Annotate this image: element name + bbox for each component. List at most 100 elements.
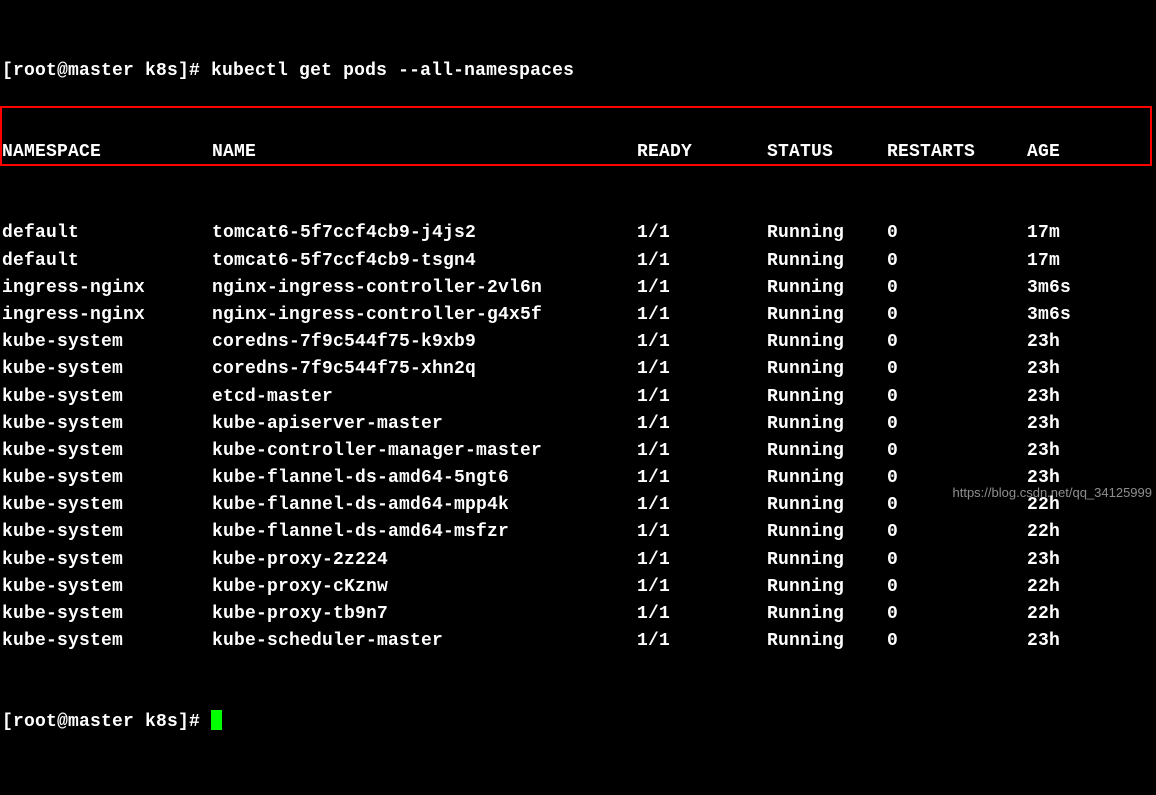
cell-name: nginx-ingress-controller-2vl6n [212,275,637,302]
cell-ready: 1/1 [637,574,767,601]
cell-namespace: kube-system [2,547,212,574]
cell-restarts: 0 [887,574,1027,601]
cell-name: kube-proxy-tb9n7 [212,601,637,628]
table-row: kube-systemcoredns-7f9c544f75-k9xb91/1Ru… [2,329,1154,356]
table-row: kube-systemkube-flannel-ds-amd64-msfzr1/… [2,519,1154,546]
cell-restarts: 0 [887,384,1027,411]
cell-age: 22h [1027,519,1060,546]
cell-namespace: kube-system [2,519,212,546]
cell-restarts: 0 [887,519,1027,546]
header-name: NAME [212,139,637,166]
table-row: defaulttomcat6-5f7ccf4cb9-tsgn41/1Runnin… [2,248,1154,275]
cell-name: kube-proxy-cKznw [212,574,637,601]
cell-ready: 1/1 [637,411,767,438]
cell-namespace: kube-system [2,574,212,601]
cell-restarts: 0 [887,628,1027,655]
cell-namespace: ingress-nginx [2,275,212,302]
cell-age: 22h [1027,601,1060,628]
command-line: [root@master k8s]# kubectl get pods --al… [2,58,1154,85]
cell-age: 23h [1027,329,1060,356]
cell-status: Running [767,384,887,411]
cell-ready: 1/1 [637,438,767,465]
cell-namespace: kube-system [2,492,212,519]
cell-status: Running [767,601,887,628]
cell-name: etcd-master [212,384,637,411]
cell-restarts: 0 [887,302,1027,329]
cell-ready: 1/1 [637,275,767,302]
cell-namespace: ingress-nginx [2,302,212,329]
cell-age: 3m6s [1027,275,1071,302]
cell-restarts: 0 [887,248,1027,275]
header-restarts: RESTARTS [887,139,1027,166]
cell-status: Running [767,275,887,302]
table-row: defaulttomcat6-5f7ccf4cb9-j4js21/1Runnin… [2,220,1154,247]
cell-age: 23h [1027,628,1060,655]
cell-restarts: 0 [887,438,1027,465]
cell-age: 23h [1027,384,1060,411]
cell-namespace: default [2,220,212,247]
header-status: STATUS [767,139,887,166]
table-row: kube-systemkube-proxy-cKznw1/1Running022… [2,574,1154,601]
shell-prompt: [root@master k8s]# [2,712,211,732]
cell-ready: 1/1 [637,302,767,329]
watermark-text: https://blog.csdn.net/qq_34125999 [953,483,1153,503]
table-row: kube-systemkube-controller-manager-maste… [2,438,1154,465]
terminal-window[interactable]: [root@master k8s]# kubectl get pods --al… [0,0,1156,795]
table-row: ingress-nginxnginx-ingress-controller-g4… [2,302,1154,329]
cell-ready: 1/1 [637,329,767,356]
cell-name: kube-proxy-2z224 [212,547,637,574]
table-row: kube-systemkube-scheduler-master1/1Runni… [2,628,1154,655]
header-ready: READY [637,139,767,166]
cell-ready: 1/1 [637,628,767,655]
table-row: kube-systemetcd-master1/1Running023h [2,384,1154,411]
cell-namespace: default [2,248,212,275]
cell-status: Running [767,329,887,356]
cell-age: 22h [1027,574,1060,601]
cell-status: Running [767,411,887,438]
cell-name: kube-flannel-ds-amd64-msfzr [212,519,637,546]
cell-status: Running [767,438,887,465]
cell-namespace: kube-system [2,384,212,411]
cell-restarts: 0 [887,329,1027,356]
cell-restarts: 0 [887,411,1027,438]
cell-namespace: kube-system [2,628,212,655]
table-row: kube-systemkube-apiserver-master1/1Runni… [2,411,1154,438]
cell-ready: 1/1 [637,384,767,411]
cell-restarts: 0 [887,220,1027,247]
cell-status: Running [767,519,887,546]
table-row: kube-systemcoredns-7f9c544f75-xhn2q1/1Ru… [2,356,1154,383]
cursor-icon [211,710,222,730]
header-namespace: NAMESPACE [2,139,212,166]
cell-namespace: kube-system [2,438,212,465]
prompt-line[interactable]: [root@master k8s]# [2,709,1154,736]
cell-status: Running [767,220,887,247]
cell-age: 23h [1027,547,1060,574]
cell-namespace: kube-system [2,601,212,628]
cell-name: kube-scheduler-master [212,628,637,655]
cell-namespace: kube-system [2,329,212,356]
cell-age: 17m [1027,248,1060,275]
cell-name: coredns-7f9c544f75-xhn2q [212,356,637,383]
cell-name: nginx-ingress-controller-g4x5f [212,302,637,329]
table-row: kube-systemkube-proxy-tb9n71/1Running022… [2,601,1154,628]
shell-prompt: [root@master k8s]# [2,61,211,81]
cell-ready: 1/1 [637,220,767,247]
cell-status: Running [767,356,887,383]
cell-age: 23h [1027,411,1060,438]
table-row: ingress-nginxnginx-ingress-controller-2v… [2,275,1154,302]
cell-restarts: 0 [887,275,1027,302]
cell-status: Running [767,492,887,519]
table-row: kube-systemkube-proxy-2z2241/1Running023… [2,547,1154,574]
cell-name: coredns-7f9c544f75-k9xb9 [212,329,637,356]
cell-name: kube-controller-manager-master [212,438,637,465]
cell-status: Running [767,547,887,574]
cell-namespace: kube-system [2,465,212,492]
cell-ready: 1/1 [637,547,767,574]
cell-restarts: 0 [887,601,1027,628]
cell-age: 23h [1027,438,1060,465]
cell-name: kube-flannel-ds-amd64-5ngt6 [212,465,637,492]
cell-name: kube-flannel-ds-amd64-mpp4k [212,492,637,519]
cell-status: Running [767,574,887,601]
cell-status: Running [767,628,887,655]
cell-age: 23h [1027,356,1060,383]
